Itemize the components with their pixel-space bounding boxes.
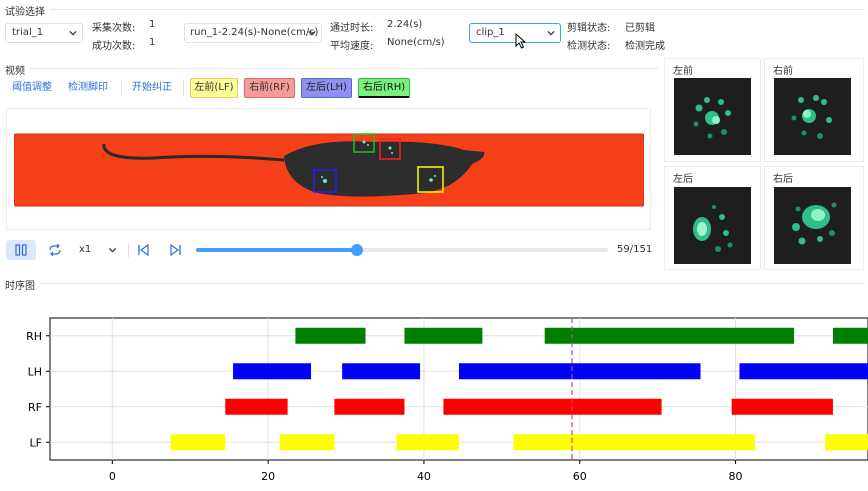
stance-bar-rh <box>404 327 483 344</box>
stance-bar-rf <box>731 398 833 415</box>
collect-count-label: 采集次数: <box>92 23 136 34</box>
y-tick-label: LF <box>30 436 42 449</box>
progress-track[interactable] <box>196 244 608 256</box>
stance-bar-rh <box>544 327 794 344</box>
run-select-value: run_1-2.24(s)-None(cm/s) <box>190 27 319 38</box>
run-select[interactable]: run_1-2.24(s)-None(cm/s) <box>184 23 322 43</box>
paw-lh-button[interactable]: 左后(LH) <box>301 78 352 98</box>
gait-timeline-chart[interactable]: 0 20 40 60 80 RH LH RF LF <box>0 300 868 491</box>
clip-status-value: 已剪辑 <box>625 23 655 34</box>
speed-value: x1 <box>79 244 92 255</box>
paw-print-image <box>791 95 832 139</box>
skip-forward-icon <box>170 244 181 256</box>
success-count-label: 成功次数: <box>92 41 136 52</box>
stance-bar-rf <box>443 398 662 415</box>
thumb-front-right[interactable] <box>774 78 851 155</box>
video-section-title: 视频 <box>5 66 25 77</box>
progress-fill <box>196 248 357 252</box>
success-count-value: 1 <box>149 37 156 48</box>
progress-handle[interactable] <box>350 244 363 256</box>
paw-lf-button[interactable]: 左前(LF) <box>190 78 238 98</box>
paw-rf-button[interactable]: 右前(RF) <box>244 78 295 98</box>
trial-select[interactable]: trial_1 <box>5 23 83 43</box>
frame-counter: 59/151 <box>617 244 653 255</box>
detect-status-value: 检测完成 <box>625 41 665 52</box>
chevron-down-icon <box>547 30 555 36</box>
pause-icon <box>15 244 27 256</box>
toolbar-divider <box>121 80 122 96</box>
video-section-divider <box>30 68 658 69</box>
stance-bar-lf <box>170 434 226 451</box>
stance-bar-lh <box>739 363 868 380</box>
avg-speed-value: None(cm/s) <box>387 37 445 48</box>
stance-bar-rf <box>225 398 288 415</box>
stance-bar-lh <box>342 363 421 380</box>
collect-count-value: 1 <box>149 19 156 30</box>
loop-icon <box>49 244 61 256</box>
stance-bar-rh <box>832 327 868 344</box>
stance-bar-lh <box>459 363 701 380</box>
chevron-down-icon <box>69 30 77 36</box>
detect-paw-button[interactable]: 检测脚印 <box>64 78 112 98</box>
thumb-hind-right[interactable] <box>774 187 851 264</box>
start-correct-button[interactable]: 开始纠正 <box>128 78 176 98</box>
thumb-front-left[interactable] <box>674 78 751 155</box>
stance-bar-rh <box>295 327 366 344</box>
thumb-label-hind-left: 左后 <box>673 174 693 185</box>
paw-rh-button[interactable]: 右后(RH) <box>358 78 410 98</box>
chevron-down-icon <box>308 30 316 36</box>
stance-bar-lf <box>396 434 459 451</box>
skip-back-icon <box>138 244 149 256</box>
thumb-label-front-left: 左前 <box>673 66 693 77</box>
paw-print-image <box>792 202 837 245</box>
paw-print-image <box>693 97 731 139</box>
y-tick-label: RF <box>28 401 42 414</box>
stance-bar-rf <box>334 398 405 415</box>
pass-duration-label: 通过时长: <box>330 23 374 34</box>
y-tick-label: LH <box>28 365 42 378</box>
y-tick-label: RH <box>26 330 42 343</box>
detect-status-label: 检测状态: <box>567 41 611 52</box>
previous-frame-button[interactable] <box>133 240 155 260</box>
control-divider <box>128 243 129 257</box>
stance-bar-lf <box>513 434 756 451</box>
clip-select-value: clip_1 <box>476 27 505 38</box>
stance-bar-lf <box>825 434 868 451</box>
pause-button[interactable] <box>6 240 36 260</box>
thumb-label-front-right: 右前 <box>773 66 793 77</box>
timeline-section-title: 时序图 <box>5 281 35 292</box>
x-tick-label: 60 <box>573 470 587 483</box>
clip-status-label: 剪辑状态: <box>567 23 611 34</box>
loop-button[interactable] <box>40 240 70 260</box>
trial-select-value: trial_1 <box>12 27 44 38</box>
mouse-cursor-icon <box>515 33 527 49</box>
speed-select[interactable]: x1 <box>74 240 124 260</box>
paw-print-image <box>693 205 733 252</box>
avg-speed-label: 平均速度: <box>330 41 374 52</box>
thumb-label-hind-right: 右后 <box>773 174 793 185</box>
pass-duration-value: 2.24(s) <box>387 19 423 30</box>
video-frame[interactable] <box>14 130 644 207</box>
x-tick-label: 0 <box>109 470 116 483</box>
x-tick-label: 40 <box>417 470 431 483</box>
trial-section-title: 试验选择 <box>5 7 45 18</box>
next-frame-button[interactable] <box>165 240 187 260</box>
timeline-section-divider <box>40 283 865 284</box>
toolbar-divider <box>183 80 184 96</box>
x-tick-label: 20 <box>261 470 275 483</box>
trial-section-divider <box>50 9 865 10</box>
stance-bar-lf <box>279 434 335 451</box>
stance-bar-lh <box>233 363 311 380</box>
x-tick-label: 80 <box>729 470 743 483</box>
threshold-adjust-button[interactable]: 阈值调整 <box>8 78 56 98</box>
thumb-hind-left[interactable] <box>674 187 751 264</box>
chevron-down-icon <box>108 247 117 253</box>
